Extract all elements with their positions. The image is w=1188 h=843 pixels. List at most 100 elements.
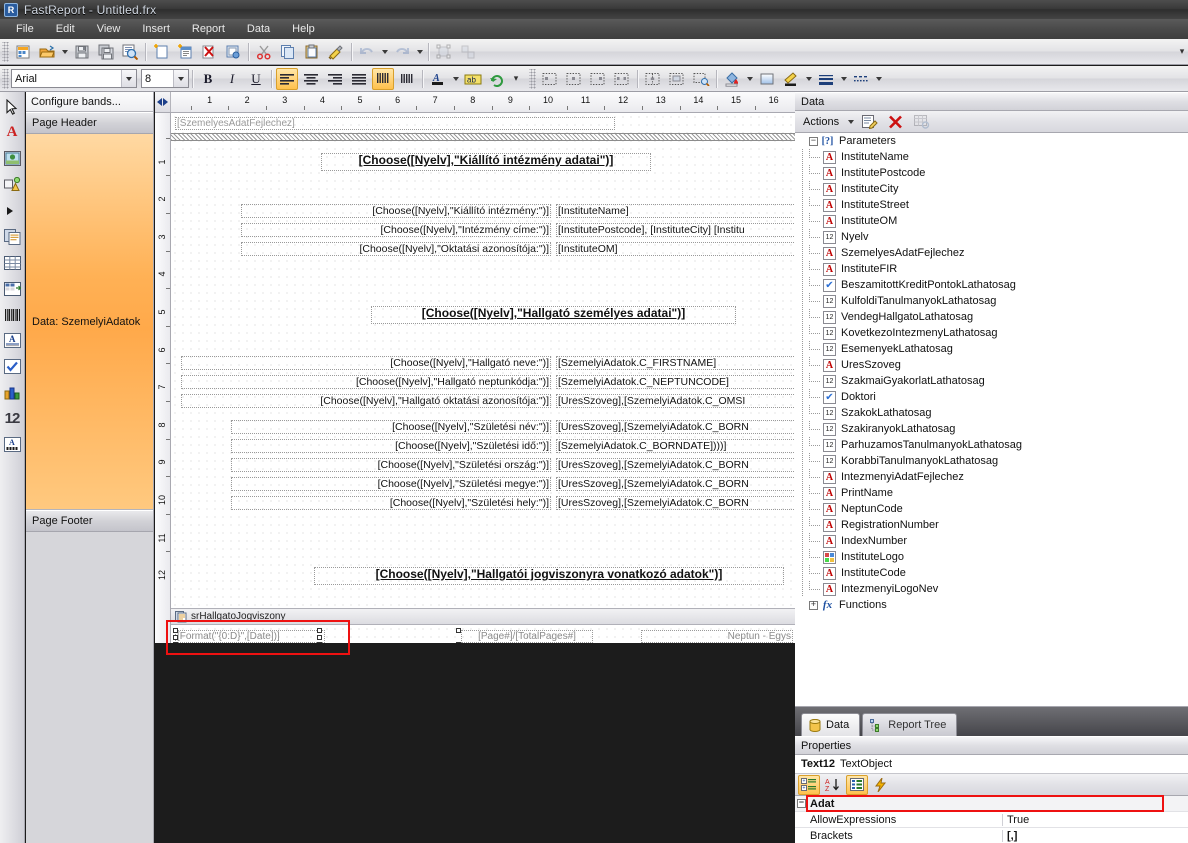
align-justify-button[interactable] — [348, 68, 370, 90]
snap-grid-button[interactable] — [690, 68, 712, 90]
tree-item[interactable]: A InstituteOM — [795, 213, 1188, 229]
matrix-icon[interactable] — [1, 276, 24, 301]
text-object-label-kiallito-intezmeny[interactable]: [Choose([Nyelv],"Kiállító intézmény:")] — [241, 204, 551, 218]
align-center-button[interactable] — [300, 68, 322, 90]
border-style-dropdown-button[interactable] — [873, 68, 884, 90]
tree-item[interactable]: A RegistrationNumber — [795, 517, 1188, 533]
text-object-footer-date[interactable]: [Format("{0:D}",[Date])] — [175, 630, 325, 643]
text-object-label-hallgato-neve[interactable]: [Choose([Nyelv],"Hallgató neve:")] — [181, 356, 551, 370]
selection-handle[interactable] — [173, 628, 178, 633]
menu-edit[interactable]: Edit — [46, 21, 85, 37]
chevron-down-icon[interactable] — [121, 70, 136, 87]
undo-dropdown-button[interactable] — [379, 41, 390, 63]
tree-item[interactable]: A SzemelyesAdatFejlechez — [795, 245, 1188, 261]
toolbar-grip[interactable] — [2, 68, 9, 89]
preview-button[interactable] — [119, 41, 141, 63]
delete-red-x-button[interactable] — [885, 111, 907, 133]
tree-item[interactable]: 12 KulfoldiTanulmanyokLathatosag — [795, 293, 1188, 309]
font-color-dropdown-button[interactable] — [450, 68, 461, 90]
property-value[interactable]: [,] — [1003, 830, 1188, 842]
tree-item[interactable]: A InstituteCode — [795, 565, 1188, 581]
properties-view-button[interactable] — [846, 774, 868, 795]
line-arrow-icon[interactable] — [1, 198, 24, 223]
delete-page-button[interactable] — [198, 41, 220, 63]
report-page[interactable]: [SzemelyesAdatFejlechez] [Choose([Nyelv]… — [171, 113, 795, 643]
tab-report-tree[interactable]: Report Tree — [862, 713, 958, 736]
text-object-value-neptuncode[interactable]: [SzemelyiAdatok.C_NEPTUNCODE] — [556, 375, 795, 389]
border-color-dropdown-button[interactable] — [803, 68, 814, 90]
align-objects-right-button[interactable] — [587, 68, 609, 90]
scroll-left-icon[interactable] — [157, 98, 162, 106]
copy-button[interactable] — [277, 41, 299, 63]
property-row-allowexpressions[interactable]: AllowExpressions True — [795, 812, 1188, 828]
scroll-right-icon[interactable] — [163, 98, 168, 106]
tree-item[interactable]: A InstituteCity — [795, 181, 1188, 197]
select-tool[interactable] — [1, 94, 24, 119]
band-data-szemelyiadatok[interactable]: Data: SzemelyiAdatok — [26, 134, 153, 510]
same-size-button[interactable] — [666, 68, 688, 90]
categorized-view-button[interactable]: + + — [798, 774, 820, 795]
menu-view[interactable]: View — [87, 21, 131, 37]
checkbox-icon[interactable] — [1, 354, 24, 379]
toolbar-grip[interactable] — [2, 41, 9, 62]
text-object-label-oktatasi-azonosito[interactable]: [Choose([Nyelv],"Oktatási azonosítója:")… — [241, 242, 551, 256]
richtext-icon[interactable]: A — [1, 328, 24, 353]
align-left-button[interactable] — [276, 67, 298, 90]
text-object-footer-systemname[interactable]: Neptun - Egys — [641, 630, 793, 643]
text-object-value-borndate[interactable]: [SzemelyiAdatok.C_BORNDATE])))] — [556, 439, 795, 453]
font-family-combo[interactable]: Arial — [11, 69, 137, 88]
new-dialog-button[interactable] — [174, 41, 196, 63]
table-grid-icon[interactable] — [1, 250, 24, 275]
text-object-value-bornplace[interactable]: [UresSzoveg],[SzemelyiAdatok.C_BORN — [556, 496, 795, 510]
subreport-icon[interactable] — [1, 224, 24, 249]
properties-grid[interactable]: −AdatAllowExpressionsTrueBrackets[,]+For… — [795, 796, 1188, 843]
paste-button[interactable] — [301, 41, 323, 63]
category-expander[interactable]: − — [795, 799, 808, 808]
configure-bands-button[interactable]: Configure bands... — [26, 92, 153, 112]
text-object-label-szuletesi-orszag[interactable]: [Choose([Nyelv],"Születési ország:")] — [231, 458, 551, 472]
report-design-canvas[interactable]: [SzemelyesAdatFejlechez] [Choose([Nyelv]… — [171, 113, 795, 643]
zipcode-icon[interactable]: A — [1, 432, 24, 457]
border-style-button[interactable] — [850, 68, 872, 90]
alphabetical-sort-button[interactable]: AZ — [822, 775, 844, 795]
redo-button[interactable] — [391, 41, 413, 63]
band-page-header[interactable]: Page Header — [26, 112, 153, 134]
border-width-button[interactable] — [815, 68, 837, 90]
ungroup-button[interactable] — [457, 41, 479, 63]
open-report-button[interactable] — [36, 41, 58, 63]
actions-label[interactable]: Actions — [799, 116, 843, 128]
data-tree[interactable]: − [?] Parameters A InstituteName A Institut… — [795, 133, 1188, 707]
digits-12-icon[interactable]: 12 — [1, 406, 24, 431]
tree-item[interactable]: ✔ Doktori — [795, 389, 1188, 405]
tree-item[interactable]: 12 SzakmaiGyakorlatLathatosag — [795, 373, 1188, 389]
new-page-button[interactable] — [150, 41, 172, 63]
text-object-value-omsid[interactable]: [UresSzoveg],[SzemelyiAdatok.C_OMSI — [556, 394, 795, 408]
tree-item[interactable]: A IntezmenyiAdatFejlechez — [795, 469, 1188, 485]
cut-button[interactable] — [253, 41, 275, 63]
align-objects-left-button[interactable] — [539, 68, 561, 90]
tree-item[interactable]: A InstitutePostcode — [795, 165, 1188, 181]
text-object-label-hallgato-oktatasi-azonosito[interactable]: [Choose([Nyelv],"Hallgató oktatási azono… — [181, 394, 551, 408]
text-object-label-szuletesi-megye[interactable]: [Choose([Nyelv],"Születési megye:")] — [231, 477, 551, 491]
edit-datasource-button[interactable] — [859, 111, 881, 133]
text-object-section4-title[interactable]: [Choose([Nyelv],"Hallgatói jogviszonyra … — [314, 567, 784, 585]
band-subreport-srhallgatojogviszony[interactable]: srHallgatoJogviszony — [171, 608, 795, 625]
tree-item[interactable]: A PrintName — [795, 485, 1188, 501]
new-report-button[interactable] — [12, 41, 34, 63]
fill-color-dropdown-button[interactable] — [744, 68, 755, 90]
menu-data[interactable]: Data — [237, 21, 280, 37]
save-report-button[interactable] — [71, 41, 93, 63]
selection-handle[interactable] — [317, 635, 322, 640]
text-object-value-institute-address[interactable]: [InstitutePostcode], [InstituteCity] [In… — [556, 223, 795, 237]
align-objects-center-button[interactable] — [563, 68, 585, 90]
fill-bucket-button[interactable] — [721, 68, 743, 90]
text-object-label-szuletesi-ido[interactable]: [Choose([Nyelv],"Születési idő:")] — [231, 439, 551, 453]
ruler-scroll-arrows[interactable] — [155, 92, 171, 112]
tree-item[interactable]: 12 KorabbiTanulmanyokLathatosag — [795, 453, 1188, 469]
tree-item[interactable]: 12 KovetkezoIntezmenyLathatosag — [795, 325, 1188, 341]
border-width-dropdown-button[interactable] — [838, 68, 849, 90]
style-square-button[interactable] — [756, 68, 778, 90]
property-value[interactable]: True — [1003, 814, 1188, 826]
redo-dropdown-button[interactable] — [414, 41, 425, 63]
text-object-szemelyesadatfejlechez[interactable]: [SzemelyesAdatFejlechez] — [175, 117, 615, 130]
